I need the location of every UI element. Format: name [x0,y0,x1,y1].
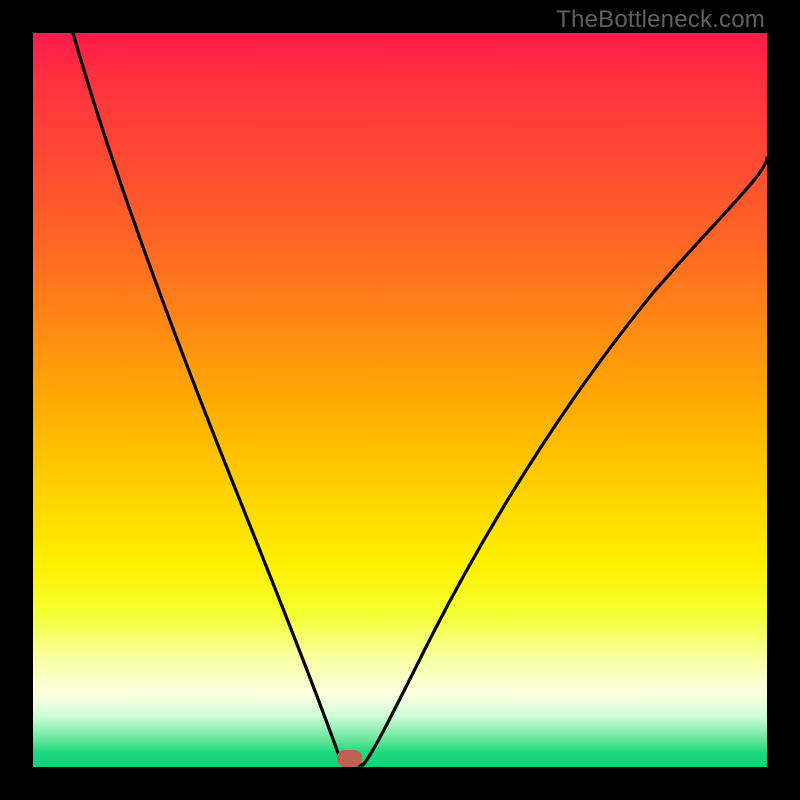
watermark-text: TheBottleneck.com [556,6,765,34]
bottleneck-curve [73,33,767,765]
minimum-marker [337,750,362,767]
plot-area [33,33,767,767]
curve-layer [33,33,767,767]
chart-frame: TheBottleneck.com [0,0,800,800]
